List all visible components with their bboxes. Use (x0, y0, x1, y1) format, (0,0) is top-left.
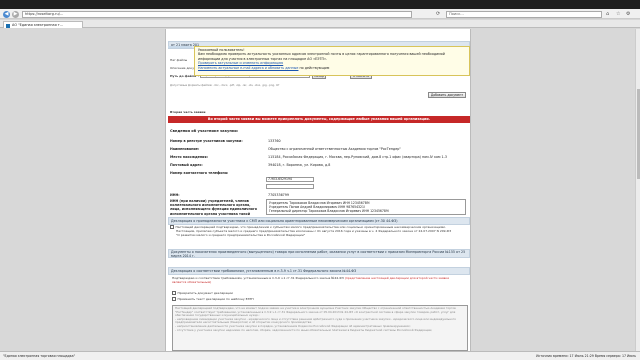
url-input[interactable]: https://roseltorg.ru/... (22, 10, 412, 18)
warning-banner: Во второй части заявки вы можете прикреп… (168, 116, 470, 123)
participant-section-title: Сведения об участнике закупки: (170, 129, 239, 133)
name-value: Общество с ограниченной ответственностью… (268, 147, 401, 151)
smp-declaration-header: Декларация о принадлежности участника к … (168, 217, 470, 225)
option-attach[interactable]: Прикрепить документ декларации (172, 291, 233, 295)
template-radio[interactable] (172, 297, 176, 301)
site-favicon-icon (6, 23, 10, 28)
forward-button[interactable]: ▶ (12, 10, 19, 18)
founders-textarea[interactable]: Учредитель Таражоков Владислав Игоревич … (266, 199, 466, 215)
notice-link-update[interactable]: Напомнить актуальные e-mail адреса и обн… (198, 66, 298, 70)
inn-value: 7705336799 (268, 193, 289, 197)
smp-declaration-body: Настоящей декларацией подтверждаю, что п… (170, 225, 468, 238)
requirements-declaration-header: Декларация о соответствии требованиям, у… (168, 267, 470, 275)
description-label: Описание доку (170, 66, 194, 70)
phone-input[interactable]: 7-903-6529194 (266, 177, 314, 182)
registry-number-label: Номер в реестре участников закупки: (170, 139, 243, 143)
files-label: Наг файлы (170, 58, 188, 62)
home-icon[interactable]: ⌂ (606, 11, 609, 17)
add-document-button[interactable]: Добавить документ (428, 92, 466, 98)
second-part-title: Вторая часть заявки (170, 110, 206, 114)
postal-address-label: Почтовый адрес: (170, 163, 203, 167)
notice-link-suffix: по действующим (298, 65, 330, 70)
tab-active[interactable]: АО "Единая электронная т... (3, 21, 83, 28)
attach-radio[interactable] (172, 291, 176, 295)
page-viewport: от 21 марта 201 Наг файлы Описание доку … (0, 29, 640, 351)
textarea-line-4: - отсутствие у участника закупки недоимк… (175, 327, 433, 332)
title-bar (0, 0, 640, 9)
location-label: Место нахождения: (170, 155, 208, 159)
declaration-textarea[interactable]: Настоящей декларацией подтверждаю, что н… (172, 305, 468, 351)
files-header (168, 46, 192, 48)
founder-line-3: Генеральный директор Таражоков Владислав… (269, 209, 389, 213)
gear-icon[interactable]: ⚙ (626, 11, 630, 17)
form-page: от 21 марта 201 Наг файлы Описание доку … (165, 29, 471, 351)
address-bar: ◀ ▶ https://roseltorg.ru/... ⟳ Поиск... … (0, 9, 640, 19)
attach-label: Прикрепить документ декларации (177, 291, 234, 295)
phone-label: Номер контактного телефона: (170, 171, 229, 175)
inn-label: ИНН: (170, 193, 180, 197)
notice-link-check[interactable]: Проверить актуальные и изменить информац… (198, 61, 283, 65)
smp-checkbox[interactable] (170, 225, 174, 229)
back-button[interactable]: ◀ (3, 10, 10, 18)
status-left: "Единая электронная торговая площадка" (3, 354, 76, 358)
postal-address-value: 394018, г. Воронеж, ул. Кирова, д.8 (268, 163, 331, 167)
requirements-declaration-body: Подтверждаю и соответствие требованиям, … (172, 276, 464, 284)
formats-note: Допустимые форматы файлов: .doc, .docx, … (170, 84, 280, 87)
tab-strip: АО "Единая электронная т... (0, 20, 640, 28)
tab-title: АО "Единая электронная т... (12, 23, 63, 27)
status-right: Источник времени: 17 Июль 21:29 Время се… (536, 354, 636, 358)
option-template[interactable]: Применить текст декларации по шаблону ЕЭ… (172, 297, 254, 301)
scrollbar-thumb[interactable] (636, 89, 640, 179)
favorites-icon[interactable]: ☆ (616, 11, 620, 17)
smp-text-3: "О развитии малого и среднего предприним… (176, 233, 306, 238)
template-label: Применить текст декларации по шаблону ЕЭ… (177, 297, 254, 301)
name-label: Наименование: (170, 147, 200, 151)
registry-number-value: 133760 (268, 139, 281, 143)
search-input[interactable]: Поиск... (446, 10, 602, 18)
email-notice-popup: Уважаемый пользователь! Вам необходимо п… (194, 46, 470, 76)
scrollbar[interactable] (635, 29, 640, 351)
phone-input-2[interactable] (266, 184, 314, 189)
goods-docs-header: Документы о показателях произведенного (… (168, 249, 470, 258)
status-bar: "Единая электронная торговая площадка" И… (0, 351, 640, 360)
refresh-icon[interactable]: ⟳ (436, 11, 440, 17)
browser-window: ◀ ▶ https://roseltorg.ru/... ⟳ Поиск... … (0, 0, 640, 360)
location-value: 115184, Российская Федерация, г. Москва,… (268, 155, 447, 159)
